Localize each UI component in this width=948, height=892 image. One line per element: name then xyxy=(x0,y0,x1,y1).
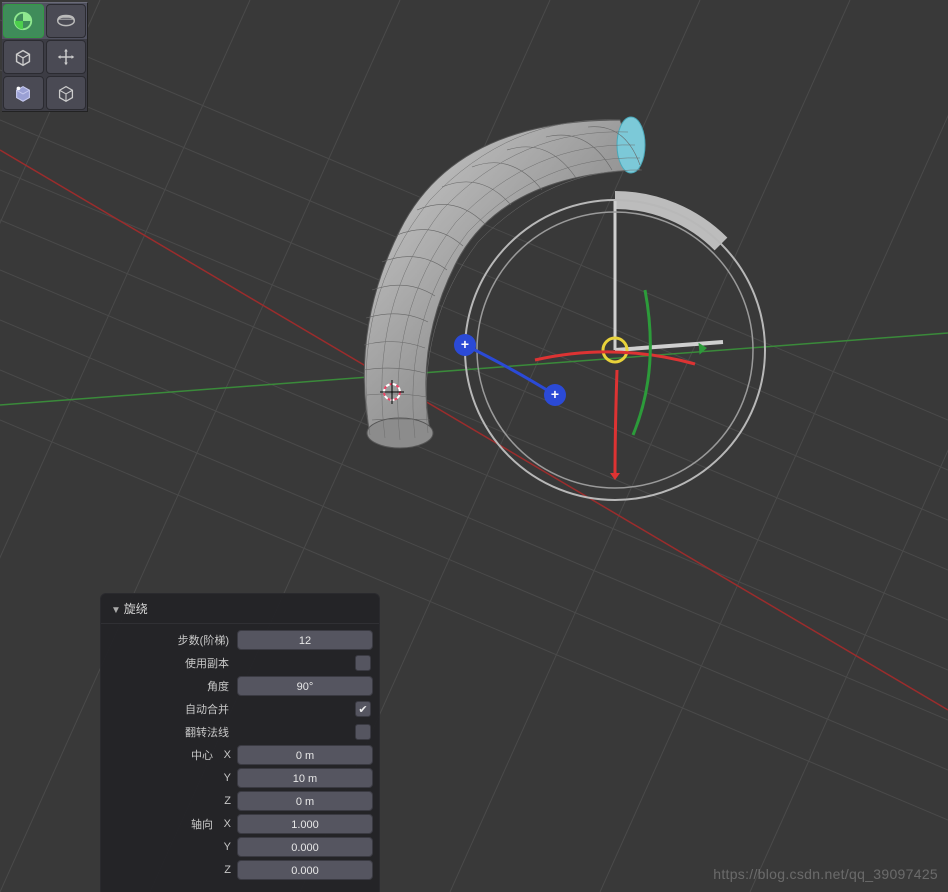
svg-text:+: + xyxy=(551,386,559,402)
tool-bevel[interactable] xyxy=(3,76,44,110)
axis-x-field[interactable]: 1.000 xyxy=(237,814,373,834)
operator-panel-header[interactable]: 旋绕 xyxy=(101,594,379,624)
steps-field[interactable]: 12 xyxy=(237,630,373,650)
steps-label: 步数(阶梯) xyxy=(107,632,237,648)
axis-y-field[interactable]: 0.000 xyxy=(237,837,373,857)
tool-extrude-region[interactable] xyxy=(46,4,87,38)
use-copy-label: 使用副本 xyxy=(107,655,237,671)
tool-cube[interactable] xyxy=(3,40,44,74)
axis-z-field[interactable]: 0.000 xyxy=(237,860,373,880)
flip-normals-checkbox[interactable] xyxy=(355,724,371,740)
angle-field[interactable]: 90° xyxy=(237,676,373,696)
svg-text:+: + xyxy=(461,336,469,352)
axis-group-label: 轴向 xyxy=(107,816,217,832)
auto-merge-checkbox[interactable] xyxy=(355,701,371,717)
angle-label: 角度 xyxy=(107,678,237,694)
center-y-field[interactable]: 10 m xyxy=(237,768,373,788)
use-copy-checkbox[interactable] xyxy=(355,655,371,671)
center-z-field[interactable]: 0 m xyxy=(237,791,373,811)
tool-palette xyxy=(2,2,88,112)
operator-panel: 旋绕 步数(阶梯) 12 使用副本 角度 90° 自动合并 翻转法线 中心 X … xyxy=(100,593,380,892)
tool-move[interactable] xyxy=(46,40,87,74)
center-x-field[interactable]: 0 m xyxy=(237,745,373,765)
operator-title: 旋绕 xyxy=(124,602,148,616)
auto-merge-label: 自动合并 xyxy=(107,701,237,717)
tool-add-primitive[interactable] xyxy=(3,4,44,38)
center-group-label: 中心 xyxy=(107,747,217,763)
tool-edge[interactable] xyxy=(46,76,87,110)
flip-normals-label: 翻转法线 xyxy=(107,724,237,740)
